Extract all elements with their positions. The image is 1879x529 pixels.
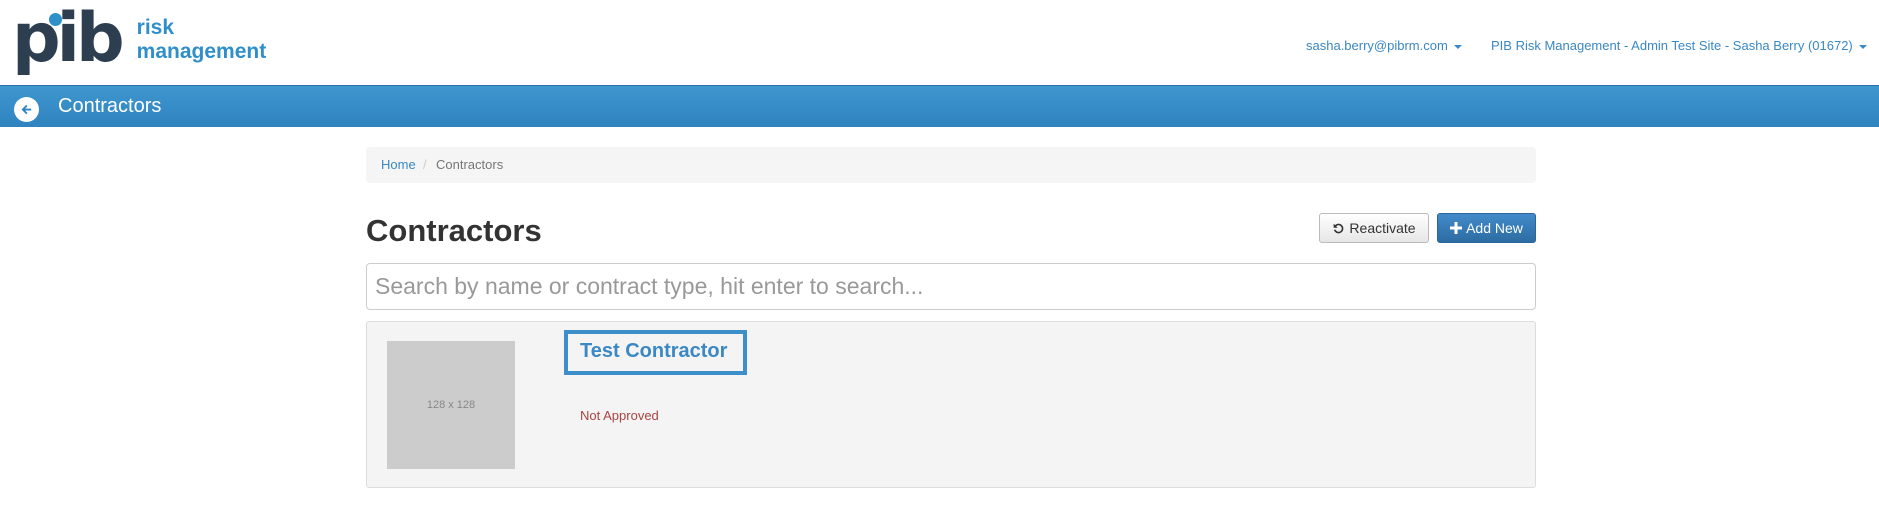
site-selector-label: PIB Risk Management - Admin Test Site - … <box>1491 38 1853 53</box>
breadcrumb-current: Contractors <box>436 157 504 172</box>
reactivate-button[interactable]: Reactivate <box>1319 213 1429 243</box>
page-title-bar: Contractors <box>0 85 1879 127</box>
add-new-button[interactable]: Add New <box>1437 213 1536 243</box>
logo-text: risk management <box>137 16 267 64</box>
contractor-status: Not Approved <box>580 408 659 423</box>
titlebar-title: Contractors <box>58 95 162 117</box>
logo-dot-icon <box>49 13 62 26</box>
user-email-label: sasha.berry@pibrm.com <box>1306 38 1448 53</box>
breadcrumb-separator: / <box>423 157 427 172</box>
top-header: pib risk management sasha.berry@pibrm.co… <box>0 0 1879 85</box>
logo-text-line2: management <box>136 40 267 63</box>
user-email-dropdown[interactable]: sasha.berry@pibrm.com <box>1306 38 1462 53</box>
page-title: Contractors <box>366 213 542 248</box>
site-selector-dropdown[interactable]: PIB Risk Management - Admin Test Site - … <box>1491 38 1867 53</box>
search-input[interactable] <box>366 263 1536 310</box>
contractor-name-link[interactable]: Test Contractor <box>564 330 747 375</box>
breadcrumb-home-link[interactable]: Home <box>381 147 416 183</box>
reactivate-label: Reactivate <box>1349 220 1416 236</box>
arrow-left-icon <box>21 104 32 115</box>
back-button[interactable] <box>14 97 39 122</box>
add-new-label: Add New <box>1466 220 1523 236</box>
logo-text-line1: risk <box>136 16 175 39</box>
breadcrumb: Home / Contractors <box>366 147 1536 183</box>
caret-down-icon <box>1453 44 1462 49</box>
contractor-thumbnail: 128 x 128 <box>387 341 515 469</box>
pib-logo[interactable]: pib risk management <box>12 0 267 78</box>
caret-down-icon <box>1858 44 1867 49</box>
undo-icon <box>1334 223 1344 233</box>
logo-mark: pib <box>12 0 125 78</box>
contractor-list-item: 128 x 128 Test Contractor Not Approved <box>366 321 1536 488</box>
plus-icon <box>1450 222 1463 234</box>
thumbnail-placeholder-text: 128 x 128 <box>426 399 476 411</box>
